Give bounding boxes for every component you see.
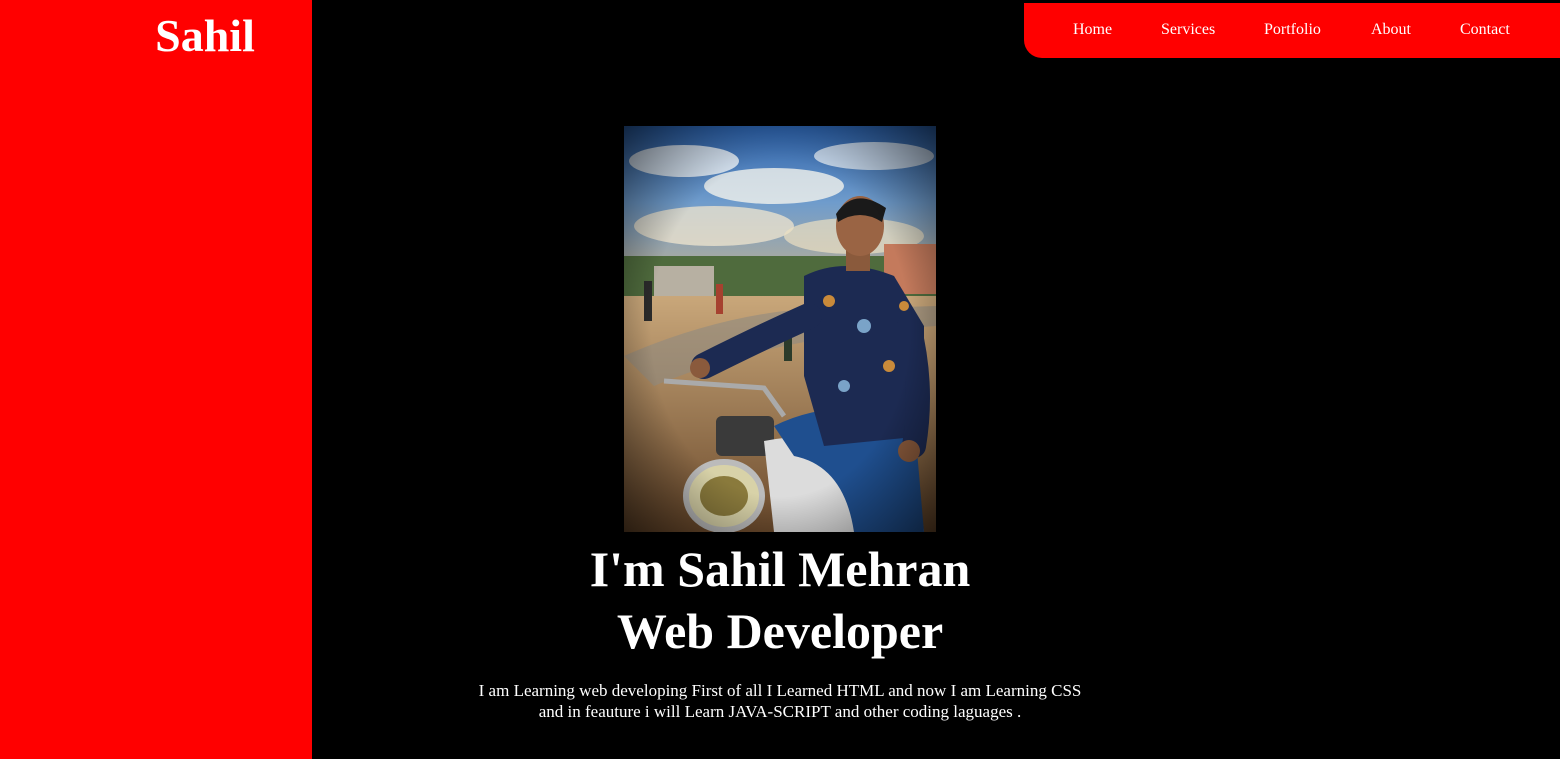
nav-list: Home Services Portfolio About Contact — [1024, 3, 1560, 58]
hero-title-name: I'm Sahil Mehran — [589, 541, 971, 597]
hero-description: I am Learning web developing First of al… — [478, 681, 1082, 721]
top-navbar: Home Services Portfolio About Contact — [1024, 3, 1560, 58]
sidebar-panel — [0, 0, 312, 759]
page: Sahil Home Services Portfolio About Cont… — [0, 0, 1560, 759]
profile-photo-illustration — [624, 126, 936, 532]
profile-photo — [624, 126, 936, 532]
hero-title-role: Web Developer — [616, 603, 944, 659]
nav-item-contact[interactable]: Contact — [1460, 20, 1510, 40]
nav-item-portfolio[interactable]: Portfolio — [1264, 20, 1321, 40]
nav-item-home[interactable]: Home — [1073, 20, 1112, 40]
hero-title: I'm Sahil Mehran Web Developer — [312, 538, 1248, 662]
site-logo[interactable]: Sahil — [0, 8, 410, 64]
nav-item-services[interactable]: Services — [1161, 20, 1215, 40]
nav-item-about[interactable]: About — [1371, 20, 1411, 40]
